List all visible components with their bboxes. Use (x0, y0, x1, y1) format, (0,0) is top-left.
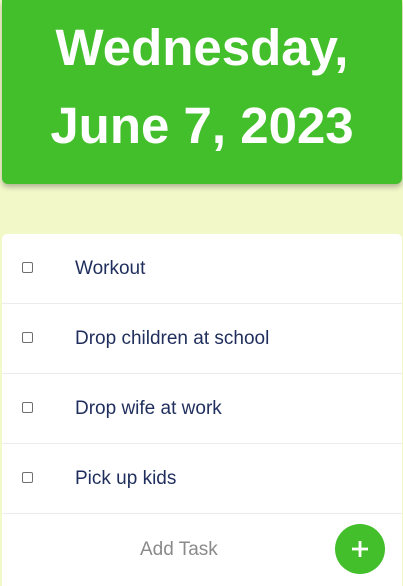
task-list-panel: Workout Drop children at school Drop wif… (2, 234, 402, 586)
task-row: Drop children at school (2, 304, 402, 374)
task-label: Workout (75, 258, 146, 279)
task-label: Drop children at school (75, 328, 270, 349)
task-label: Drop wife at work (75, 398, 222, 419)
task-checkbox[interactable] (22, 472, 33, 483)
plus-icon (352, 541, 368, 557)
add-task-row: Add Task (2, 514, 402, 586)
add-task-button[interactable] (335, 524, 385, 574)
task-label: Pick up kids (75, 468, 177, 489)
task-row: Pick up kids (2, 444, 402, 514)
date-header: Wednesday, June 7, 2023 (2, 0, 402, 184)
task-checkbox[interactable] (22, 262, 33, 273)
add-task-input[interactable]: Add Task (140, 539, 218, 561)
date-weekday: Wednesday, (55, 19, 349, 76)
task-row: Drop wife at work (2, 374, 402, 444)
task-checkbox[interactable] (22, 402, 33, 413)
task-checkbox[interactable] (22, 332, 33, 343)
date-full: June 7, 2023 (50, 97, 354, 154)
task-row: Workout (2, 234, 402, 304)
